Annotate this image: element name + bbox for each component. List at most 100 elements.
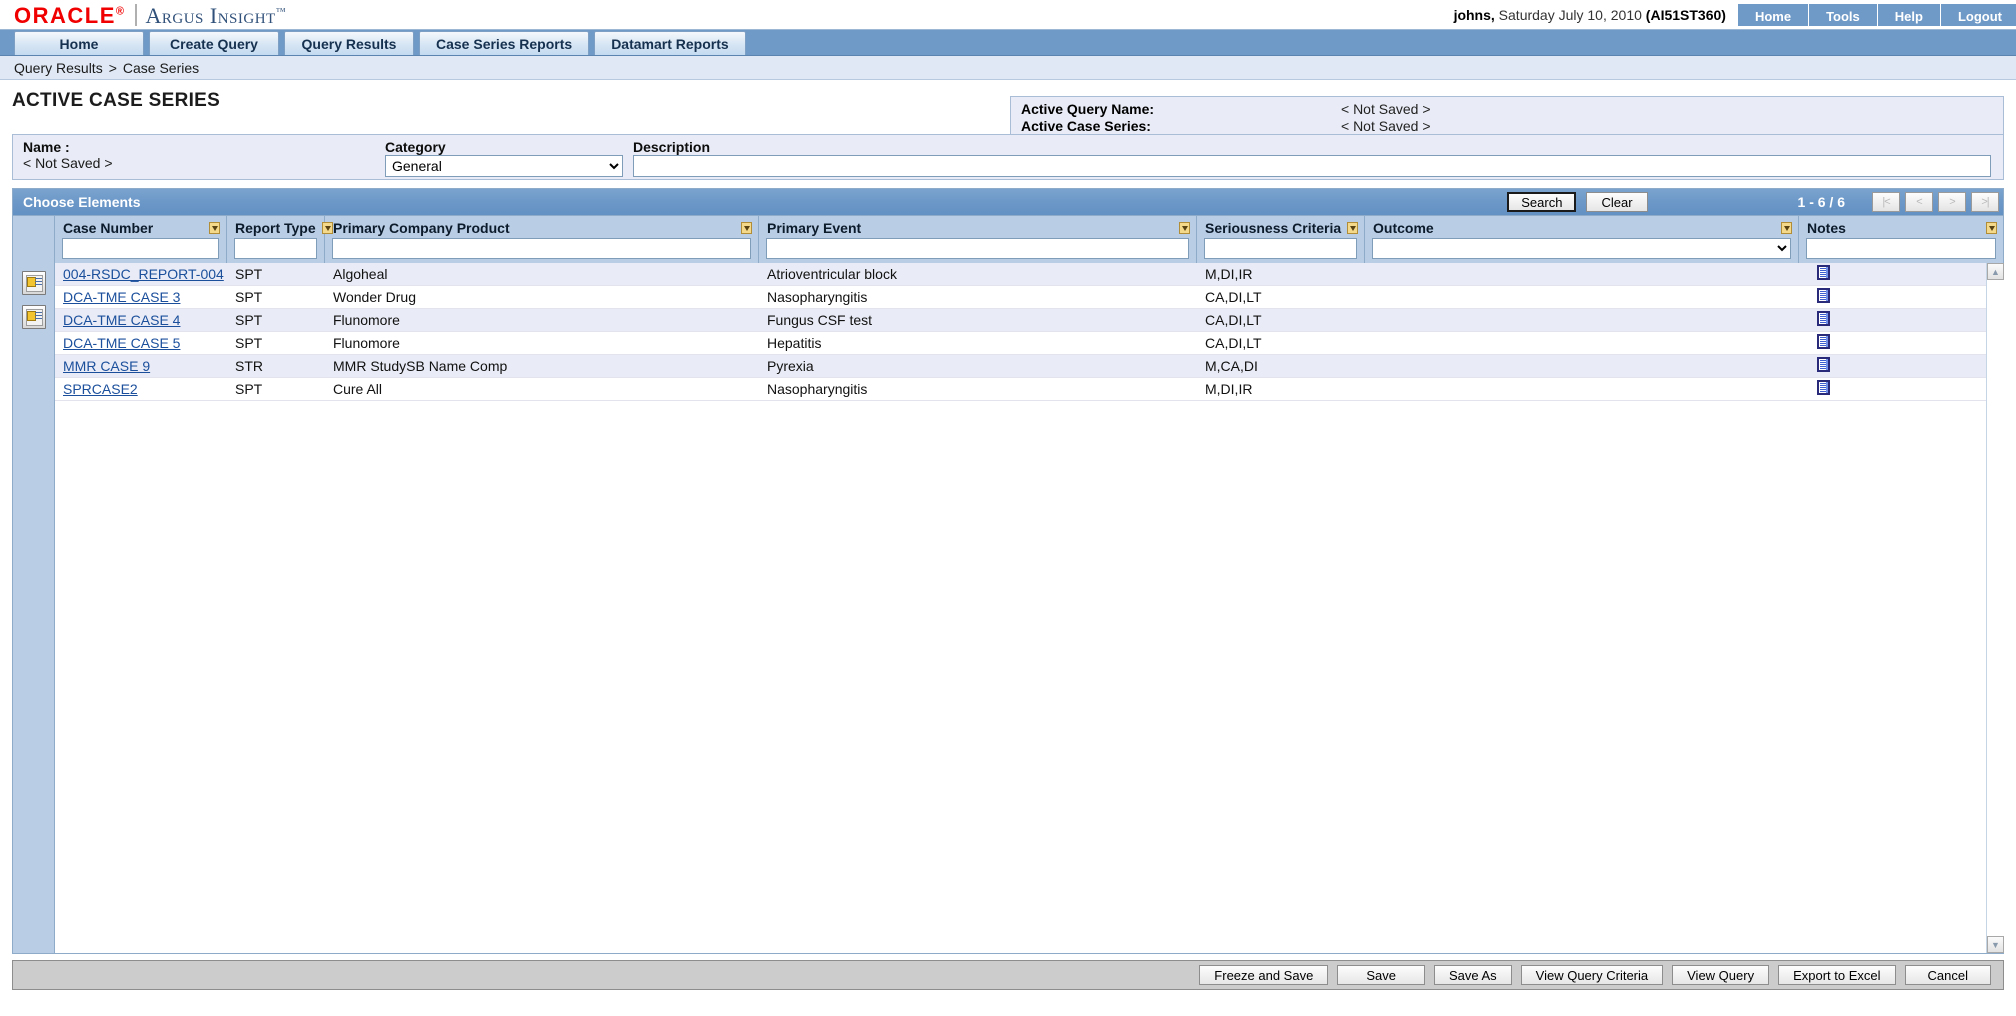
choose-elements-title: Choose Elements (23, 194, 141, 210)
column-header-label[interactable]: Case Number (55, 218, 226, 238)
logo-divider (134, 3, 137, 26)
filter-primary-event[interactable] (766, 238, 1189, 259)
clear-button[interactable]: Clear (1586, 192, 1648, 212)
top-link-home[interactable]: Home (1737, 4, 1810, 26)
cell-notes (1799, 334, 1986, 352)
column-seriousness-criteria: Seriousness Criteria (1197, 216, 1365, 263)
registered-trademark-icon: ® (115, 5, 126, 18)
table-row[interactable]: MMR CASE 9 STR MMR StudySB Name Comp Pyr… (55, 355, 1986, 378)
breadcrumb: Query Results > Case Series (0, 56, 2016, 80)
sort-arrow-icon[interactable] (209, 222, 220, 234)
filter-outcome[interactable] (1372, 238, 1791, 259)
case-number-link[interactable]: DCA-TME CASE 5 (63, 335, 180, 351)
filter-primary-company-product[interactable] (332, 238, 751, 259)
sort-arrow-icon[interactable] (1986, 222, 1997, 234)
note-icon[interactable] (1817, 265, 1830, 280)
case-number-link[interactable]: DCA-TME CASE 4 (63, 312, 180, 328)
sort-arrow-icon[interactable] (1781, 222, 1792, 234)
breadcrumb-current: Case Series (122, 59, 200, 76)
table-row[interactable]: 004-RSDC_REPORT-004 SPT Algoheal Atriove… (55, 263, 1986, 286)
record-count: 1 - 6 / 6 (1797, 194, 1845, 210)
session-date: Saturday July 10, 2010 (1494, 7, 1646, 23)
remove-case-icon[interactable] (21, 305, 46, 329)
freeze-and-save-button[interactable]: Freeze and Save (1199, 965, 1329, 985)
cell-report-type: SPT (235, 266, 263, 282)
view-query-button[interactable]: View Query (1672, 965, 1770, 985)
sort-arrow-icon[interactable] (1347, 222, 1359, 234)
results-grid: 004-RSDC_REPORT-004 SPT Algoheal Atriove… (13, 263, 2004, 953)
filter-notes[interactable] (1806, 238, 1996, 259)
results-vertical-scrollbar[interactable]: ▲ ▼ (1986, 263, 2004, 953)
column-header-label[interactable]: Primary Company Product (325, 218, 758, 238)
column-header-label[interactable]: Outcome (1365, 218, 1798, 238)
name-label: Name : (23, 139, 70, 155)
sort-arrow-icon[interactable] (1179, 222, 1190, 234)
note-icon[interactable] (1817, 334, 1830, 349)
description-input[interactable] (633, 155, 1991, 177)
save-button[interactable]: Save (1337, 965, 1425, 985)
top-links: Home Tools Help Logout (1737, 4, 2016, 26)
breadcrumb-separator: > (108, 59, 117, 76)
pager-prev[interactable]: < (1905, 192, 1933, 212)
cell-primary-company-product: Flunomore (333, 335, 400, 351)
table-row[interactable]: DCA-TME CASE 5 SPT Flunomore Hepatitis C… (55, 332, 1986, 355)
cell-primary-event: Atrioventricular block (767, 266, 897, 282)
cell-seriousness-criteria: M,CA,DI (1205, 358, 1258, 374)
top-link-tools[interactable]: Tools (1809, 4, 1878, 26)
table-row[interactable]: DCA-TME CASE 4 SPT Flunomore Fungus CSF … (55, 309, 1986, 332)
case-number-link[interactable]: DCA-TME CASE 3 (63, 289, 180, 305)
add-case-icon[interactable] (21, 271, 46, 295)
tab-create-query[interactable]: Create Query (149, 31, 279, 55)
note-icon[interactable] (1817, 357, 1830, 372)
tab-home[interactable]: Home (14, 31, 144, 55)
pager-first[interactable]: |< (1872, 192, 1900, 212)
column-title-text: Outcome (1373, 220, 1434, 236)
export-to-excel-button[interactable]: Export to Excel (1778, 965, 1896, 985)
case-number-link[interactable]: SPRCASE2 (63, 381, 138, 397)
table-row[interactable]: DCA-TME CASE 3 SPT Wonder Drug Nasophary… (55, 286, 1986, 309)
save-as-button[interactable]: Save As (1433, 965, 1512, 985)
top-link-logout[interactable]: Logout (1940, 4, 2016, 26)
cell-report-type: STR (235, 358, 263, 374)
session-code: (AI51ST360) (1645, 7, 1726, 23)
pager-next[interactable]: > (1938, 192, 1966, 212)
cell-report-type: SPT (235, 312, 263, 328)
note-icon[interactable] (1817, 380, 1830, 395)
tab-query-results[interactable]: Query Results (284, 31, 414, 55)
top-link-help[interactable]: Help (1877, 4, 1941, 26)
case-number-link[interactable]: 004-RSDC_REPORT-004 (63, 266, 224, 282)
filter-seriousness-criteria[interactable] (1204, 238, 1357, 259)
sort-arrow-icon[interactable] (321, 222, 333, 234)
cell-notes (1799, 288, 1986, 306)
table-row[interactable]: SPRCASE2 SPT Cure All Nasopharyngitis M,… (55, 378, 1986, 401)
search-button[interactable]: Search (1507, 192, 1577, 212)
cancel-button[interactable]: Cancel (1904, 965, 1991, 985)
note-icon[interactable] (1817, 311, 1830, 326)
column-header-label[interactable]: Primary Event (759, 218, 1196, 238)
view-query-criteria-button[interactable]: View Query Criteria (1520, 965, 1664, 985)
column-header-label[interactable]: Seriousness Criteria (1197, 218, 1364, 238)
scroll-down-icon[interactable]: ▼ (1987, 936, 2004, 953)
breadcrumb-parent[interactable]: Query Results (14, 60, 103, 76)
pager-last[interactable]: >| (1971, 192, 1999, 212)
column-header-label[interactable]: Notes (1799, 218, 2003, 238)
category-select[interactable]: General (385, 155, 623, 177)
tab-case-series-reports[interactable]: Case Series Reports (419, 31, 590, 55)
scroll-up-icon[interactable]: ▲ (1987, 263, 2004, 280)
case-number-link[interactable]: MMR CASE 9 (63, 358, 150, 374)
product-wordmark: Argus Insight™ (145, 2, 287, 28)
tab-datamart-reports[interactable]: Datamart Reports (594, 31, 746, 55)
cell-case-number: 004-RSDC_REPORT-004 (55, 266, 227, 282)
scrollbar-track[interactable] (1987, 280, 2004, 936)
cell-case-number: DCA-TME CASE 5 (55, 335, 227, 351)
cell-primary-company-product: Algoheal (333, 266, 388, 282)
filter-case-number[interactable] (62, 238, 219, 259)
cell-notes (1799, 265, 1986, 283)
sort-arrow-icon[interactable] (741, 222, 752, 234)
note-icon[interactable] (1817, 288, 1830, 303)
gutter-header (13, 216, 55, 263)
column-header-label[interactable]: Report Type (227, 218, 333, 238)
filter-report-type[interactable] (234, 238, 317, 259)
action-button-bar: Freeze and Save Save Save As View Query … (12, 960, 2004, 990)
choose-elements-header: Choose Elements Search Clear 1 - 6 / 6 |… (13, 189, 2003, 215)
